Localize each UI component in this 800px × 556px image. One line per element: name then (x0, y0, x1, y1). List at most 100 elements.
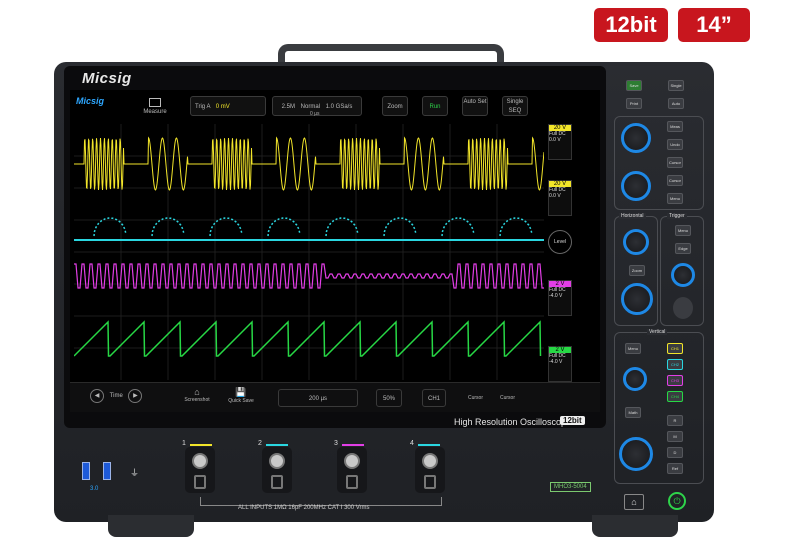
trigger-percent-button[interactable]: 50% (376, 389, 402, 407)
horizontal-scale-button[interactable]: 200 µs (278, 389, 358, 407)
screenshot-button[interactable]: ⌂ Screenshot (182, 387, 212, 403)
auto-set-button[interactable]: Auto Set (462, 96, 488, 116)
brand-logo: Micsig (82, 70, 132, 87)
input-1-color-bar (190, 444, 212, 446)
meas-key[interactable]: Meas (667, 121, 683, 132)
ch2-key[interactable]: CH2 (667, 359, 683, 370)
house-icon: ⌂ (194, 387, 200, 397)
ch4-key[interactable]: CH4 (667, 391, 683, 402)
time-control[interactable]: ◀ Time ▶ (90, 389, 150, 407)
single-key[interactable]: Single (668, 80, 684, 91)
ch3-key[interactable]: CH3 (667, 375, 683, 386)
ch1-key[interactable]: CH1 (667, 343, 683, 354)
usb-port-1[interactable] (82, 462, 90, 480)
trigger-menu-key[interactable]: Menu (675, 225, 691, 236)
input-4-label: 4 (410, 440, 414, 447)
d-key[interactable]: D (667, 447, 683, 458)
channel-4-offset: -4.0 V (549, 359, 563, 365)
input-3-label: 3 (334, 440, 338, 447)
vertical-scale-knob[interactable] (619, 437, 653, 471)
probe-slot (424, 475, 436, 489)
trigger-status[interactable]: Trig A 0 mV (190, 96, 266, 116)
ref-key[interactable]: Ref (667, 463, 683, 474)
menu-key[interactable]: Menu (667, 193, 683, 204)
input-2-bnc[interactable] (262, 447, 292, 493)
auto-key[interactable]: Auto (668, 98, 684, 109)
input-1-label: 1 (182, 440, 186, 447)
print-key[interactable]: Print (626, 98, 642, 109)
single-seq-button[interactable]: Single SEQ (502, 96, 528, 116)
horizontal-position-knob[interactable] (623, 229, 649, 255)
undo-key[interactable]: Undo (667, 139, 683, 150)
home-button[interactable]: ⌂ (624, 494, 644, 510)
channel-4-info[interactable]: 2 V Full DC -4.0 V (548, 346, 572, 382)
trigger-section: Trigger Menu Edge (660, 213, 704, 326)
input-rating-note: ALL INPUTS 1MΩ 16pF 200MHz CAT I 300 Vrm… (238, 505, 370, 511)
acquisition-mode: Normal (300, 104, 320, 110)
quick-save-button[interactable]: 💾 Quick Save (226, 387, 256, 404)
navigation-arrows-icon[interactable] (673, 297, 693, 319)
oscilloscope-screen[interactable]: Micsig Measure Trig A 0 mV 2.5M Normal 1… (70, 90, 600, 412)
screen-size-badge: 14” (678, 8, 750, 42)
cursor-button[interactable]: Cursor (468, 395, 483, 401)
probe-slot (271, 475, 283, 489)
trigger-level-knob[interactable] (671, 263, 695, 287)
horizontal-scale: 200 µs (308, 396, 328, 402)
right-arrow-icon[interactable]: ▶ (128, 389, 143, 403)
vertical-title: Vertical (647, 329, 668, 335)
channel-2-info[interactable]: 20 V Full DC 0.0 V (548, 180, 572, 216)
usb-label: 3.0 (90, 486, 99, 492)
horizontal-section: Horizontal Zoom (614, 213, 658, 326)
zoom-button[interactable]: Zoom (382, 96, 408, 116)
channel-off-button[interactable]: CH1 (422, 389, 446, 407)
m-key[interactable]: M (667, 431, 683, 442)
channel-1-offset: 0.0 V (549, 137, 561, 143)
left-arrow-icon[interactable]: ◀ (90, 389, 104, 403)
horizontal-scale-knob[interactable] (621, 283, 653, 315)
resolution-badge: 12bit (594, 8, 668, 42)
trigger-value: 0 mV (215, 104, 230, 110)
bnc-connector-icon (422, 453, 438, 469)
channel-3-info[interactable]: 2 V Full DC -4.0 V (548, 280, 572, 316)
channel-1-info[interactable]: 20 V Full DC 0.0 V (548, 124, 572, 160)
multipurpose-knob-b[interactable] (621, 171, 651, 201)
cursor-key-a[interactable]: Cursor (667, 157, 683, 168)
waveform-display[interactable] (74, 124, 544, 380)
vertical-position-knob[interactable] (623, 367, 647, 391)
trigger-edge-key[interactable]: Edge (675, 243, 691, 254)
measure-button[interactable]: Measure (140, 96, 170, 118)
save-key[interactable]: Save (626, 80, 642, 91)
cursor-button-2[interactable]: Cursor (500, 395, 515, 401)
model-number: MHO3-5004 (550, 482, 591, 492)
product-subtitle: High Resolution Oscilloscope (454, 417, 572, 427)
product-subtitle-badge: 12bit (560, 416, 585, 425)
folder-icon (149, 98, 161, 107)
zoom-key[interactable]: Zoom (629, 265, 645, 276)
channel-4-trace (74, 320, 542, 357)
level-button[interactable]: Level (548, 230, 572, 254)
probe-slot (194, 475, 206, 489)
screen-logo: Micsig (76, 96, 105, 106)
r-key[interactable]: R (667, 415, 683, 426)
channel-3-offset: -4.0 V (549, 293, 563, 299)
bottom-toolbar: ◀ Time ▶ ⌂ Screenshot 💾 Quick Save 200 µ… (70, 382, 600, 412)
right-foot (592, 515, 678, 537)
usb-port-2[interactable] (103, 462, 111, 480)
input-3-bnc[interactable] (337, 447, 367, 493)
input-4-bnc[interactable] (415, 447, 445, 493)
cursor-key-b[interactable]: Cursor (667, 175, 683, 186)
multipurpose-knob-a[interactable] (621, 123, 651, 153)
left-foot (108, 515, 194, 537)
math-key[interactable]: Math (625, 407, 641, 418)
vertical-menu-key[interactable]: Menu (625, 343, 641, 354)
run-button[interactable]: Run (422, 96, 448, 116)
bnc-connector-icon (269, 453, 285, 469)
multipurpose-section: Meas Undo Cursor Cursor Menu (614, 116, 704, 210)
screenshot-label: Screenshot (184, 397, 210, 403)
trigger-label: Trig A (195, 104, 211, 110)
input-1-bnc[interactable] (185, 447, 215, 493)
save-icon: 💾 (235, 387, 247, 397)
trigger-delay: 0 µs (310, 111, 320, 117)
power-button[interactable]: ⏻ (668, 492, 686, 510)
time-label: Time (109, 393, 123, 399)
